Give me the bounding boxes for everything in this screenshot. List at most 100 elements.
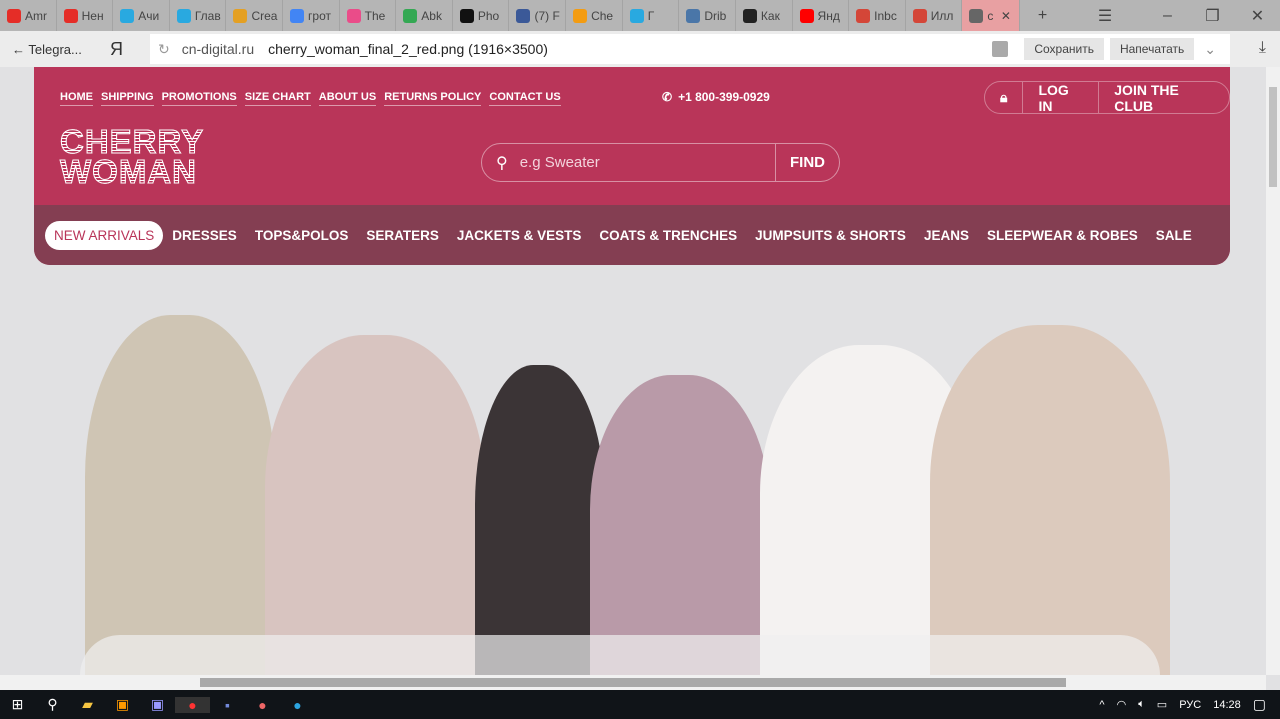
hero-image — [0, 265, 1266, 675]
reload-icon[interactable]: ↻ — [158, 41, 170, 58]
top-link[interactable]: SIZE CHART — [244, 91, 311, 106]
slack-icon — [233, 8, 248, 23]
join-club-button[interactable]: JOIN THE CLUB — [1098, 82, 1229, 114]
top-link[interactable]: HOME — [60, 91, 93, 106]
menu-icon[interactable]: ☰ — [1065, 6, 1145, 26]
browser-tab[interactable]: Crea — [226, 0, 284, 31]
category-nav: NEW ARRIVALS DRESSES TOPS&POLOS SERATERS JAC… — [34, 205, 1230, 265]
gmail-icon — [912, 8, 927, 23]
browser-tab[interactable]: Amr — [0, 0, 57, 31]
nav-item[interactable]: JEANS — [915, 221, 978, 250]
play-icon — [176, 8, 191, 23]
windows-start-icon[interactable]: ⊞ — [0, 696, 35, 713]
new-tab-button[interactable]: + — [1020, 7, 1065, 25]
top-link[interactable]: ABOUT US — [318, 91, 377, 106]
restore-button[interactable]: ❐ — [1190, 6, 1235, 26]
browser-tab[interactable]: Илл — [906, 0, 963, 31]
browser-tab[interactable]: Нен — [57, 0, 114, 31]
site-header: HOME SHIPPING PROMOTIONS SIZE CHART ABOUT US… — [34, 67, 1230, 265]
nav-item[interactable]: JACKETS & VESTS — [448, 221, 591, 250]
discord-icon[interactable]: ▪ — [210, 697, 245, 713]
tab-label: Ачи — [138, 8, 160, 23]
wifi-icon[interactable]: ◠ — [1117, 698, 1127, 711]
dribbble-icon — [346, 8, 361, 23]
logo[interactable]: CHERRY WOMAN — [59, 125, 204, 189]
tab-label: грот — [308, 8, 332, 23]
google-icon — [290, 8, 305, 23]
top-link[interactable]: SHIPPING — [101, 91, 154, 106]
browser-tab[interactable]: Янд — [793, 0, 850, 31]
volume-icon[interactable]: 🔈︎ — [1138, 698, 1145, 711]
close-icon[interactable]: ✕ — [1001, 9, 1011, 23]
top-link[interactable]: PROMOTIONS — [161, 91, 237, 106]
url-file: cherry_woman_final_2_red.png (1916×3500) — [268, 41, 548, 57]
browser-tab[interactable]: Ачи — [113, 0, 170, 31]
yandex-browser-icon[interactable]: ● — [175, 696, 210, 713]
browser-tab[interactable]: The — [340, 0, 397, 31]
minimize-button[interactable]: – — [1145, 7, 1190, 25]
illustrator-icon[interactable]: ▣ — [105, 696, 140, 713]
tab-label: Г — [647, 8, 655, 23]
download-icon[interactable]: ⤓ — [1259, 39, 1266, 57]
lock-icon: 🔒︎ — [1000, 89, 1008, 105]
phone[interactable]: ✆ +1 800-399-0929 — [662, 90, 770, 104]
page-viewport: HOME SHIPPING PROMOTIONS SIZE CHART ABOUT US… — [0, 67, 1266, 675]
search-icon[interactable]: ⚲ — [35, 696, 70, 713]
file-explorer-icon[interactable]: ▰ — [70, 696, 105, 713]
login-button[interactable]: LOG IN — [1022, 82, 1098, 114]
tab-strip: Amr Нен Ачи Глав Crea грот The Abk Pho (7) F Che Г D… — [0, 0, 1280, 31]
browser-tab[interactable]: Как — [736, 0, 793, 31]
nav-item[interactable]: NEW ARRIVALS — [45, 220, 164, 250]
battery-icon[interactable]: ▭ — [1157, 698, 1167, 711]
top-link[interactable]: CONTACT US — [489, 91, 561, 106]
clock[interactable]: 14:28 — [1213, 699, 1241, 711]
browser-tab[interactable]: Inbc — [849, 0, 906, 31]
browser-tab[interactable]: Drib — [679, 0, 736, 31]
after-effects-icon[interactable]: ▣ — [140, 696, 175, 713]
browser-tab[interactable]: грот — [283, 0, 340, 31]
globe-icon[interactable] — [992, 41, 1009, 57]
chevron-down-icon[interactable]: ⌄ — [1204, 41, 1216, 58]
notifications-icon[interactable]: ▢ — [1253, 696, 1266, 713]
search-icon: ⚲ — [496, 154, 508, 172]
find-button[interactable]: FIND — [775, 144, 839, 181]
search-input[interactable] — [519, 154, 760, 171]
maps-icon — [403, 8, 418, 23]
browser-tab[interactable]: Abk — [396, 0, 453, 31]
horizontal-scrollbar[interactable] — [0, 675, 1266, 690]
nav-item[interactable]: DRESSES — [163, 221, 246, 250]
browser-tab[interactable]: Глав — [170, 0, 227, 31]
browser-tab[interactable]: c ✕ — [962, 0, 1020, 31]
language-indicator[interactable]: РУС — [1179, 699, 1201, 711]
nav-item[interactable]: SALE — [1147, 221, 1201, 250]
nav-item[interactable]: TOPS&POLOS — [246, 221, 358, 250]
back-button[interactable]: ← Telegra... — [0, 42, 110, 57]
browser-tab[interactable]: (7) F — [509, 0, 567, 31]
youtube-icon — [63, 8, 78, 23]
nav-item[interactable]: SERATERS — [357, 221, 448, 250]
browser-tab[interactable]: Che — [566, 0, 623, 31]
nav-item[interactable]: JUMPSUITS & SHORTS — [746, 221, 915, 250]
url-field[interactable]: ↻ cn-digital.ru cherry_woman_final_2_red… — [150, 34, 1230, 64]
app-icon[interactable]: ● — [245, 697, 280, 713]
nav-item[interactable]: SLEEPWEAR & ROBES — [978, 221, 1147, 250]
telegram-icon[interactable]: ● — [280, 697, 315, 713]
play-icon — [629, 8, 644, 23]
top-link[interactable]: RETURNS POLICY — [384, 91, 482, 106]
tab-label: (7) F — [534, 8, 560, 23]
chevron-up-icon[interactable]: ^ — [1099, 699, 1104, 711]
vertical-scrollbar[interactable] — [1266, 67, 1280, 675]
close-window-button[interactable]: ✕ — [1235, 6, 1280, 26]
url-host: cn-digital.ru — [181, 41, 255, 57]
save-button[interactable]: Сохранить — [1024, 38, 1104, 60]
facebook-icon — [516, 8, 531, 23]
yandex-button[interactable]: Я — [110, 39, 148, 60]
system-tray: ^ ◠ 🔈︎ ▭ РУС 14:28 ▢ — [1099, 696, 1280, 713]
medium-icon — [459, 8, 474, 23]
file-icon — [969, 8, 984, 23]
print-button[interactable]: Напечатать — [1109, 38, 1195, 60]
nav-item[interactable]: COATS & TRENCHES — [590, 221, 746, 250]
browser-tab[interactable]: Pho — [453, 0, 510, 31]
youtube-icon — [7, 8, 21, 23]
browser-tab[interactable]: Г — [623, 0, 680, 31]
